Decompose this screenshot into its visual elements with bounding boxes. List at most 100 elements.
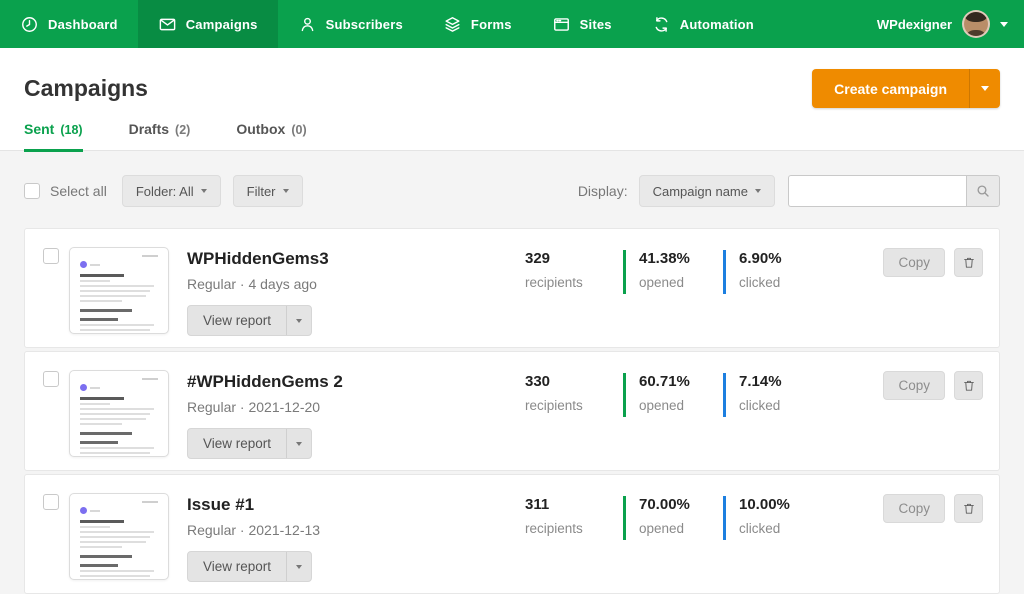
chevron-down-icon (296, 441, 303, 446)
folder-filter-label: Folder: All (135, 183, 194, 199)
tab-sent[interactable]: Sent (18) (24, 121, 83, 152)
chevron-down-icon (200, 189, 207, 193)
search-input[interactable] (788, 175, 966, 207)
folder-filter-button[interactable]: Folder: All (121, 175, 221, 207)
opened-value: 70.00% (639, 496, 690, 513)
campaign-thumbnail[interactable] (69, 493, 169, 580)
thumbnail-subheading (80, 441, 118, 444)
copy-button[interactable]: Copy (883, 248, 945, 277)
campaign-row: Issue #1 Regular · 2021-12-13 View repor… (24, 474, 1000, 594)
view-report-button[interactable]: View report (187, 551, 313, 582)
campaign-checkbox[interactable] (43, 371, 59, 387)
stat-clicked: 6.90% clicked (723, 250, 782, 294)
user-menu[interactable]: WPdexigner (877, 0, 1024, 48)
tab-outbox[interactable]: Outbox (0) (236, 121, 306, 150)
thumbnail-logo-row (80, 261, 158, 268)
nav-item-sites[interactable]: Sites (532, 0, 632, 48)
select-all-checkbox[interactable] (24, 183, 40, 199)
campaign-checkbox[interactable] (43, 494, 59, 510)
view-report-dropdown[interactable] (286, 306, 311, 335)
create-campaign-label[interactable]: Create campaign (812, 69, 969, 108)
nav-item-label: Dashboard (48, 16, 118, 32)
create-campaign-button[interactable]: Create campaign (812, 69, 1000, 108)
user-name: WPdexigner (876, 16, 952, 32)
nav-item-forms[interactable]: Forms (423, 0, 532, 48)
search-button[interactable] (966, 175, 1000, 207)
list-toolbar: Select all Folder: All Filter Display: C… (0, 151, 1024, 207)
nav-item-label: Automation (679, 16, 754, 32)
chevron-down-icon (282, 189, 289, 193)
campaign-thumbnail[interactable] (69, 247, 169, 334)
create-campaign-dropdown[interactable] (969, 69, 1000, 108)
campaign-name[interactable]: Issue #1 (187, 495, 320, 515)
filter-button[interactable]: Filter (232, 175, 303, 207)
campaign-meta: Regular · 2021-12-20 (187, 399, 321, 415)
tab-label: Outbox (236, 121, 286, 137)
page-header: Campaigns Create campaign Sent (18) Draf… (0, 48, 1024, 152)
trash-icon (963, 380, 974, 391)
display-mode-dropdown[interactable]: Campaign name (638, 175, 775, 207)
chevron-down-icon (981, 86, 989, 91)
thumbnail-logo-line (90, 263, 100, 266)
campaign-name[interactable]: #WPHiddenGems 2 (187, 372, 343, 392)
thumbnail-logo-row (80, 384, 158, 391)
copy-button[interactable]: Copy (883, 371, 945, 400)
view-report-button[interactable]: View report (187, 428, 313, 459)
nav-item-label: Campaigns (185, 16, 258, 32)
campaign-thumbnail[interactable] (69, 370, 169, 457)
campaign-checkbox[interactable] (43, 248, 59, 264)
campaign-name[interactable]: WPHiddenGems3 (187, 249, 329, 269)
nav-item-automation[interactable]: Automation (632, 0, 774, 48)
campaign-meta: Regular · 4 days ago (187, 276, 317, 292)
delete-button[interactable] (954, 494, 983, 523)
view-report-dropdown[interactable] (286, 429, 311, 458)
stat-clicked: 10.00% clicked (723, 496, 790, 540)
user-avatar (962, 10, 990, 38)
tab-count: (18) (60, 123, 83, 137)
automation-icon (655, 16, 668, 32)
view-report-dropdown[interactable] (286, 552, 311, 581)
stat-opened: 60.71% opened (623, 373, 690, 417)
opened-label: opened (639, 521, 685, 536)
chevron-down-icon (296, 318, 303, 323)
delete-button[interactable] (954, 371, 983, 400)
copy-button[interactable]: Copy (883, 494, 945, 523)
recipients-label: recipients (525, 521, 583, 536)
view-report-label[interactable]: View report (188, 306, 286, 335)
select-all-label: Select all (50, 183, 107, 199)
nav-item-campaigns[interactable]: Campaigns (137, 0, 278, 48)
view-report-label[interactable]: View report (188, 552, 286, 581)
thumbnail-subheading (80, 432, 132, 435)
view-report-button[interactable]: View report (187, 305, 313, 336)
stat-opened: 41.38% opened (623, 250, 690, 294)
thumbnail-topline (142, 501, 158, 503)
delete-button[interactable] (954, 248, 983, 277)
nav-item-dashboard[interactable]: Dashboard (0, 0, 138, 48)
chevron-down-icon (296, 564, 303, 569)
clicked-label: clicked (739, 521, 781, 536)
opened-label: opened (639, 398, 685, 413)
view-report-label[interactable]: View report (188, 429, 286, 458)
clicked-value: 7.14% (739, 373, 782, 390)
tab-drafts[interactable]: Drafts (2) (129, 121, 191, 150)
recipients-value: 329 (525, 250, 551, 267)
campaign-tabs: Sent (18) Drafts (2) Outbox (0) (0, 121, 1024, 152)
thumbnail-topline (142, 378, 158, 380)
clicked-value: 10.00% (739, 496, 790, 513)
thumbnail-subheading (80, 555, 132, 558)
stat-clicked: 7.14% clicked (723, 373, 782, 417)
nav-item-label: Forms (470, 16, 512, 32)
nav-item-subscribers[interactable]: Subscribers (278, 0, 423, 48)
recipients-label: recipients (525, 275, 583, 290)
nav-item-label: Subscribers (325, 16, 403, 32)
trash-icon (963, 503, 974, 514)
thumbnail-logo-line (90, 386, 100, 389)
tab-count: (0) (291, 123, 307, 137)
thumbnail-subheading (80, 564, 118, 567)
campaign-meta: Regular · 2021-12-13 (187, 522, 321, 538)
filter-label: Filter (246, 183, 276, 199)
campaign-info: WPHiddenGems3 Regular · 4 days ago View … (187, 247, 329, 336)
clicked-label: clicked (739, 275, 781, 290)
thumbnail-subheading (80, 318, 118, 321)
thumbnail-topline (142, 255, 158, 257)
